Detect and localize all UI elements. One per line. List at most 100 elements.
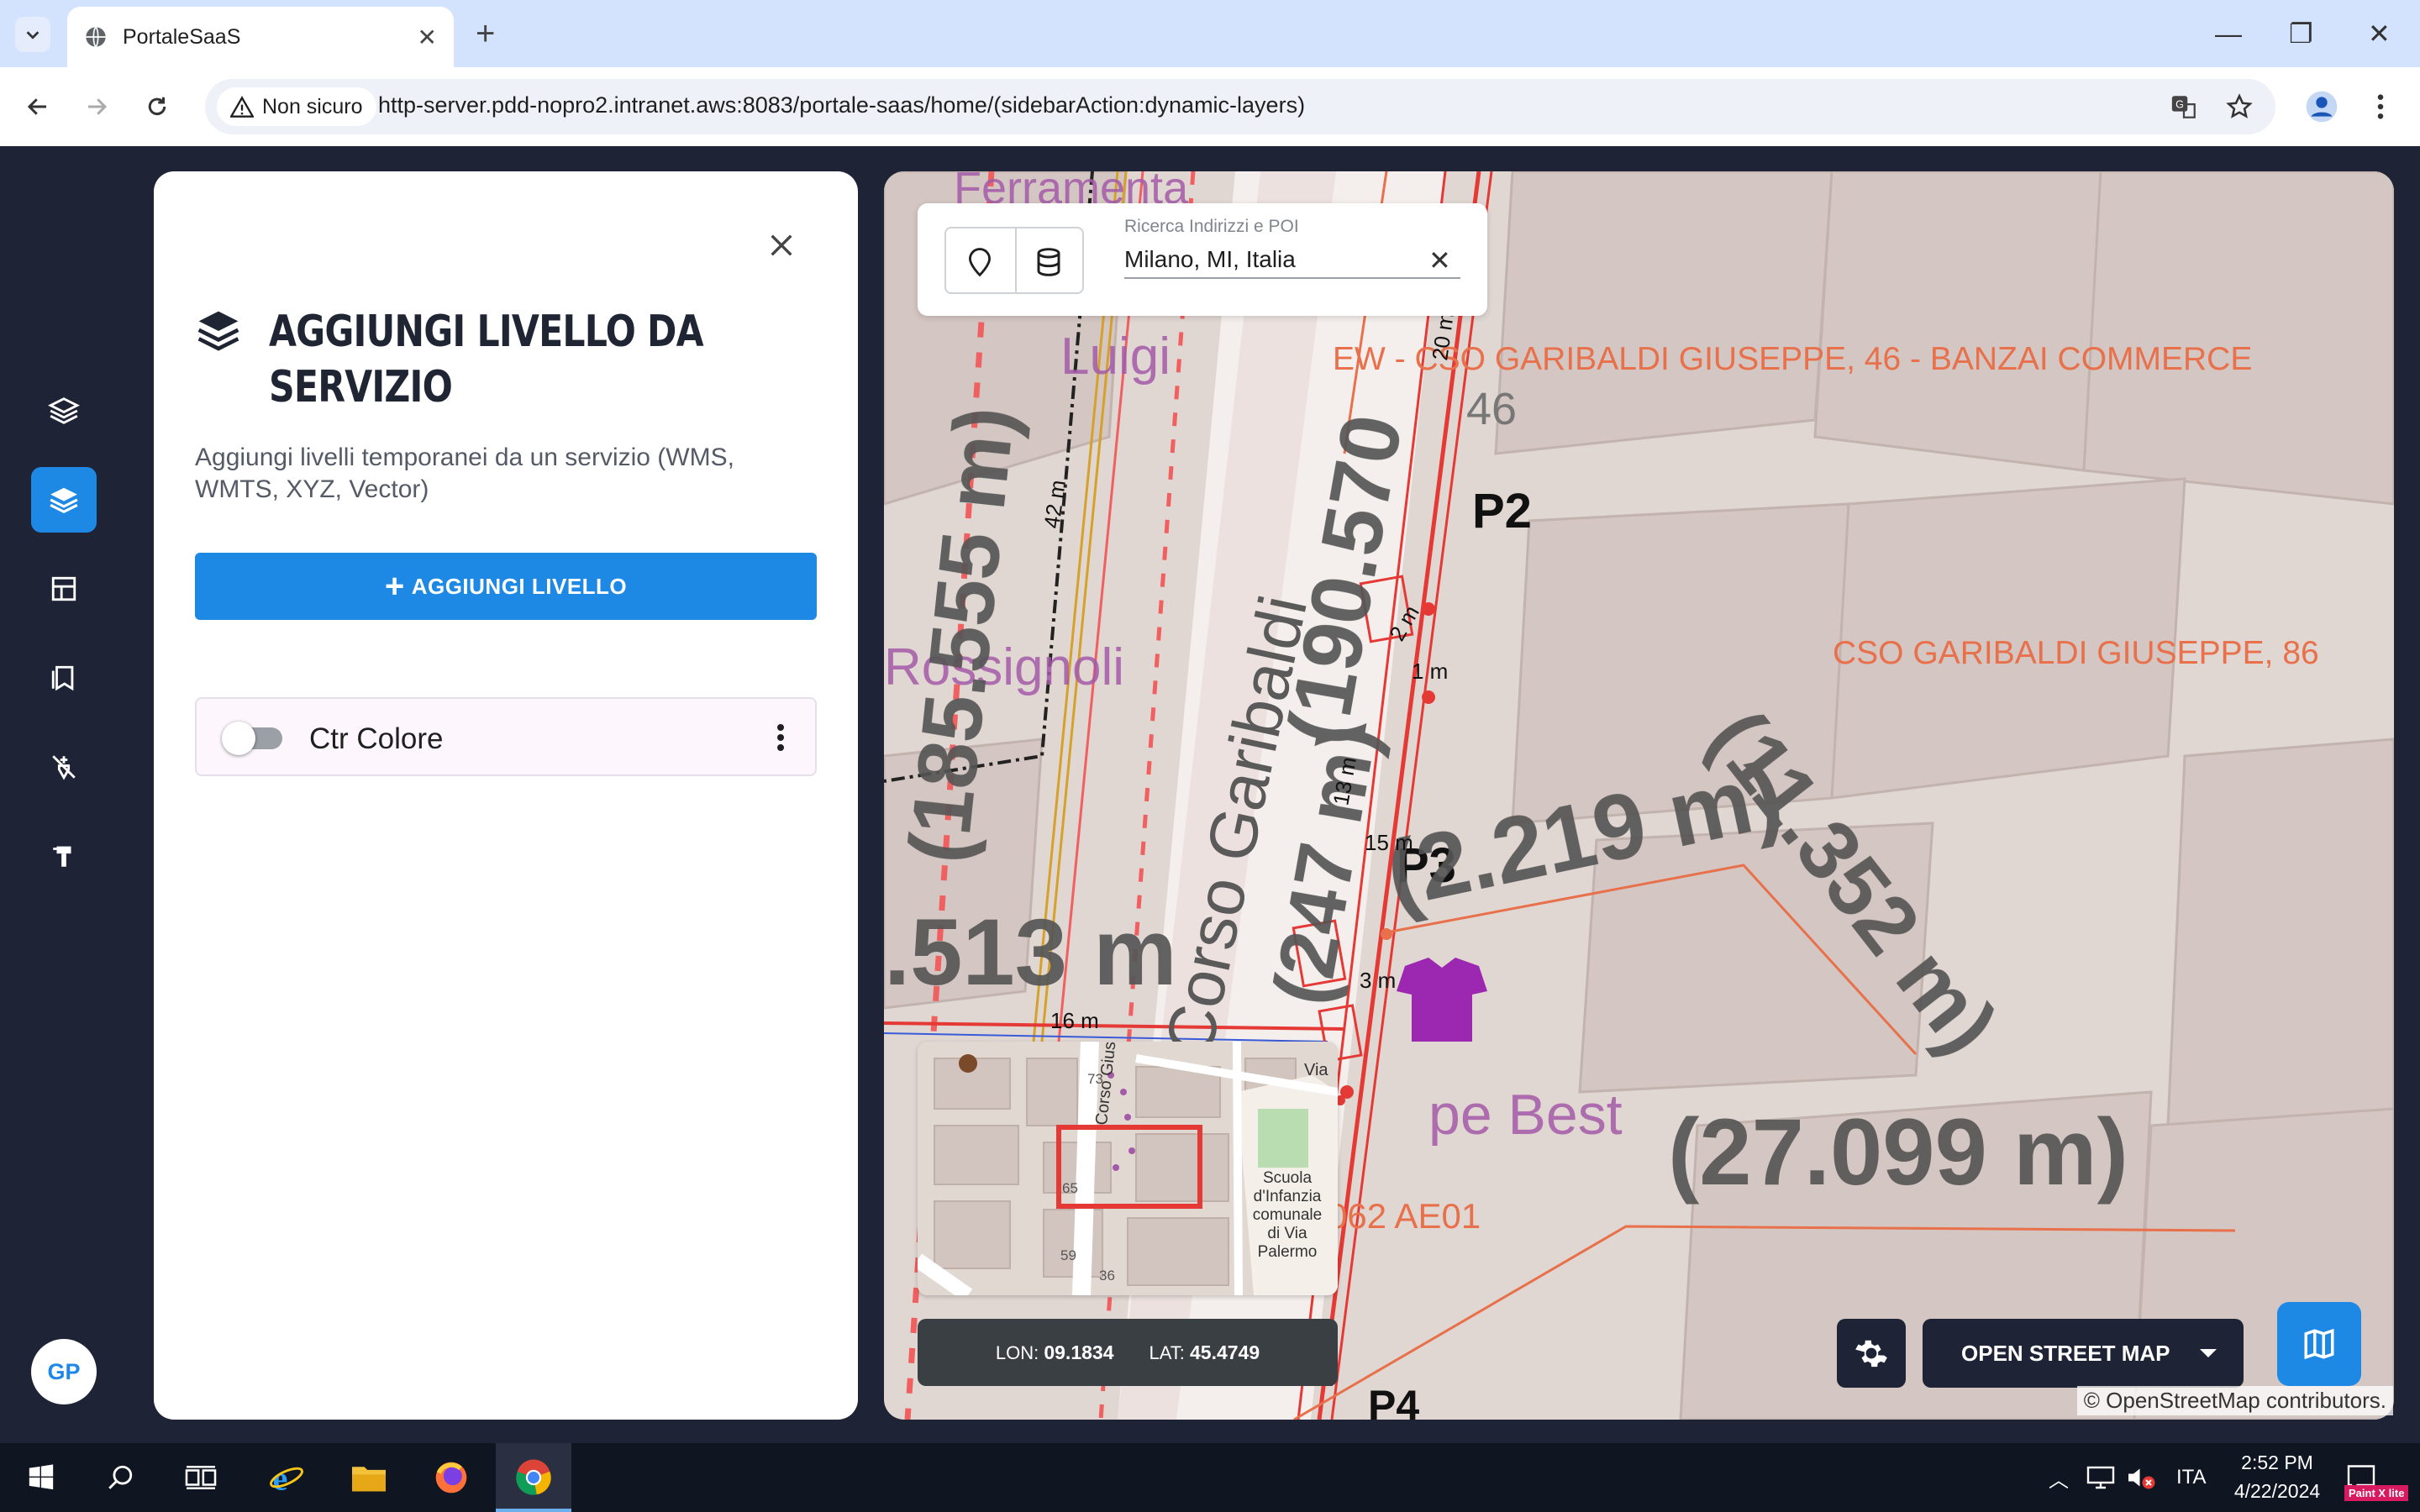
lon-readout: LON: 09.1834 [995,1341,1114,1363]
reload-icon [148,97,166,116]
layer-visibility-toggle[interactable] [222,722,282,755]
new-tab-button[interactable]: + [476,15,495,52]
segment-label-3: 3 m [1360,968,1396,993]
map-label-luigi: Luigi [1060,328,1171,386]
browser-menu-icon[interactable] [2361,87,2400,126]
map-label-address-2: CSO GARIBALDI GIUSEPPE, 86 [1833,635,2319,671]
taskbar-chrome[interactable] [496,1443,571,1512]
arrow-right-icon [88,98,108,115]
overview-school-line-5: Palermo [1258,1243,1318,1261]
overview-school-line-4: di Via [1267,1225,1307,1242]
folder-icon [352,1467,386,1492]
map-label-address-1: EW - CSO GARIBALDI GIUSEPPE, 46 - BANZAI… [1333,341,2252,377]
segment-label-1a: 1 m [1412,659,1448,684]
segment-label-15: 15 m [1365,830,1413,855]
start-button[interactable] [3,1443,79,1512]
paint-x-lite-badge: Paint X lite [2344,1485,2409,1501]
palette-poi-icon [959,1054,977,1073]
basemap-selector[interactable]: OPEN STREET MAP [1923,1319,2244,1388]
overview-number-65: 65 [1062,1180,1078,1196]
window-close-button[interactable]: ✕ [2368,13,2391,54]
panel-description: Aggiungi livelli temporanei da un serviz… [195,444,734,503]
search-input[interactable] [1124,242,1460,279]
rail-add-layer[interactable] [31,467,97,533]
browser-tab[interactable]: PortaleSaaS ✕ [67,7,454,67]
tab-title: PortaleSaaS [123,24,241,49]
taskbar-file-explorer[interactable] [331,1443,407,1512]
layer-more-menu-icon[interactable] [768,721,793,754]
overview-minimap[interactable]: Corso Giuseppe Via 73 65 59 36 Scuola d'… [918,1042,1338,1295]
map-view-button[interactable] [2277,1302,2361,1386]
overview-number-36: 36 [1099,1268,1115,1284]
back-button[interactable] [18,87,57,126]
user-avatar[interactable]: GP [31,1339,97,1404]
location-pin-icon[interactable] [961,244,998,281]
windows-logo-icon [29,1464,54,1490]
tab-search-button[interactable] [15,17,50,52]
translate-icon[interactable]: G [2165,87,2203,126]
chevron-down-icon [26,31,39,39]
rail-bookmarks[interactable] [31,645,97,711]
network-icon[interactable] [2086,1443,2116,1512]
plus-icon: + [384,568,405,605]
url-text[interactable]: http-server.pdd-nopro2.intranet.aws:8083… [378,92,1305,118]
profile-icon[interactable] [2302,87,2341,126]
map-label-p4: P4 [1368,1382,1419,1420]
task-view-icon [185,1465,217,1490]
volume-muted-icon[interactable] [2126,1443,2156,1512]
tray-overflow-icon[interactable]: ︿ [2049,1443,2069,1512]
security-chip[interactable]: Non sicuro [217,87,376,126]
search-clear-icon[interactable]: ✕ [1428,247,1451,274]
language-indicator[interactable]: ITA [2176,1443,2207,1512]
minimize-button[interactable]: — [2215,13,2242,54]
rail-layers[interactable] [31,378,97,444]
firefox-icon [435,1462,467,1494]
search-label: Ricerca Indirizzi e POI [1124,217,1299,236]
tab-close-icon[interactable]: ✕ [418,24,437,51]
basemap-label: OPEN STREET MAP [1961,1340,2170,1366]
taskbar-search[interactable] [82,1443,158,1512]
construction-icon [53,846,71,867]
taskbar-firefox[interactable] [413,1443,489,1512]
add-layer-button-label: AGGIUNGI LIVELLO [411,573,628,599]
internet-explorer-icon: e [269,1460,304,1496]
rail-dashboard[interactable] [31,556,97,622]
dashboard-icon [51,576,76,601]
rail-offline[interactable] [31,734,97,800]
map-attribution[interactable]: © OpenStreetMap contributors. [2076,1386,2393,1415]
layers-icon [48,397,80,424]
add-layer-button[interactable]: + AGGIUNGI LIVELLO [195,553,817,620]
panel-close-button[interactable] [761,225,802,265]
segment-label-42: 42 m [1039,478,1071,529]
measure-label-6: .513 m [884,900,1177,1005]
reload-button[interactable] [138,87,176,126]
overview-school-line-2: d'Infanzia [1254,1188,1322,1205]
clock-date: 4/22/2024 [2233,1480,2321,1502]
forward-button[interactable] [77,87,116,126]
notifications-icon[interactable] [2346,1443,2376,1512]
system-clock[interactable]: 2:52 PM 4/22/2024 [2218,1448,2336,1505]
gear-icon [1855,1340,1887,1368]
database-icon[interactable] [1030,244,1067,281]
security-label: Non sicuro [262,94,363,118]
coordinates-readout: LON: 09.1834 LAT: 45.4749 [918,1319,1338,1386]
map-label-p2: P2 [1472,484,1532,538]
taskbar-ie[interactable]: e [249,1443,324,1512]
layer-item: Ctr Colore [195,697,817,776]
bookmark-star-icon[interactable] [2220,87,2259,126]
measure-label-5: (27.099 m) [1668,1100,2128,1205]
search-icon [108,1465,133,1489]
toggle-knob [222,722,255,755]
rail-construction[interactable] [31,823,97,889]
overview-map: Corso Giuseppe Via 73 65 59 36 Scuola d'… [918,1042,1338,1295]
map-label-code: 062 AE01 [1328,1196,1481,1236]
map-settings-button[interactable] [1837,1319,1906,1388]
search-mode-toggle [944,227,1084,294]
task-view-button[interactable] [163,1443,239,1512]
globe-icon [86,26,106,48]
overview-via-label: Via [1304,1061,1328,1079]
restore-button[interactable]: ❐ [2289,13,2313,54]
chrome-icon [516,1459,551,1495]
add-layer-icon [50,487,78,514]
warning-icon [230,96,254,118]
